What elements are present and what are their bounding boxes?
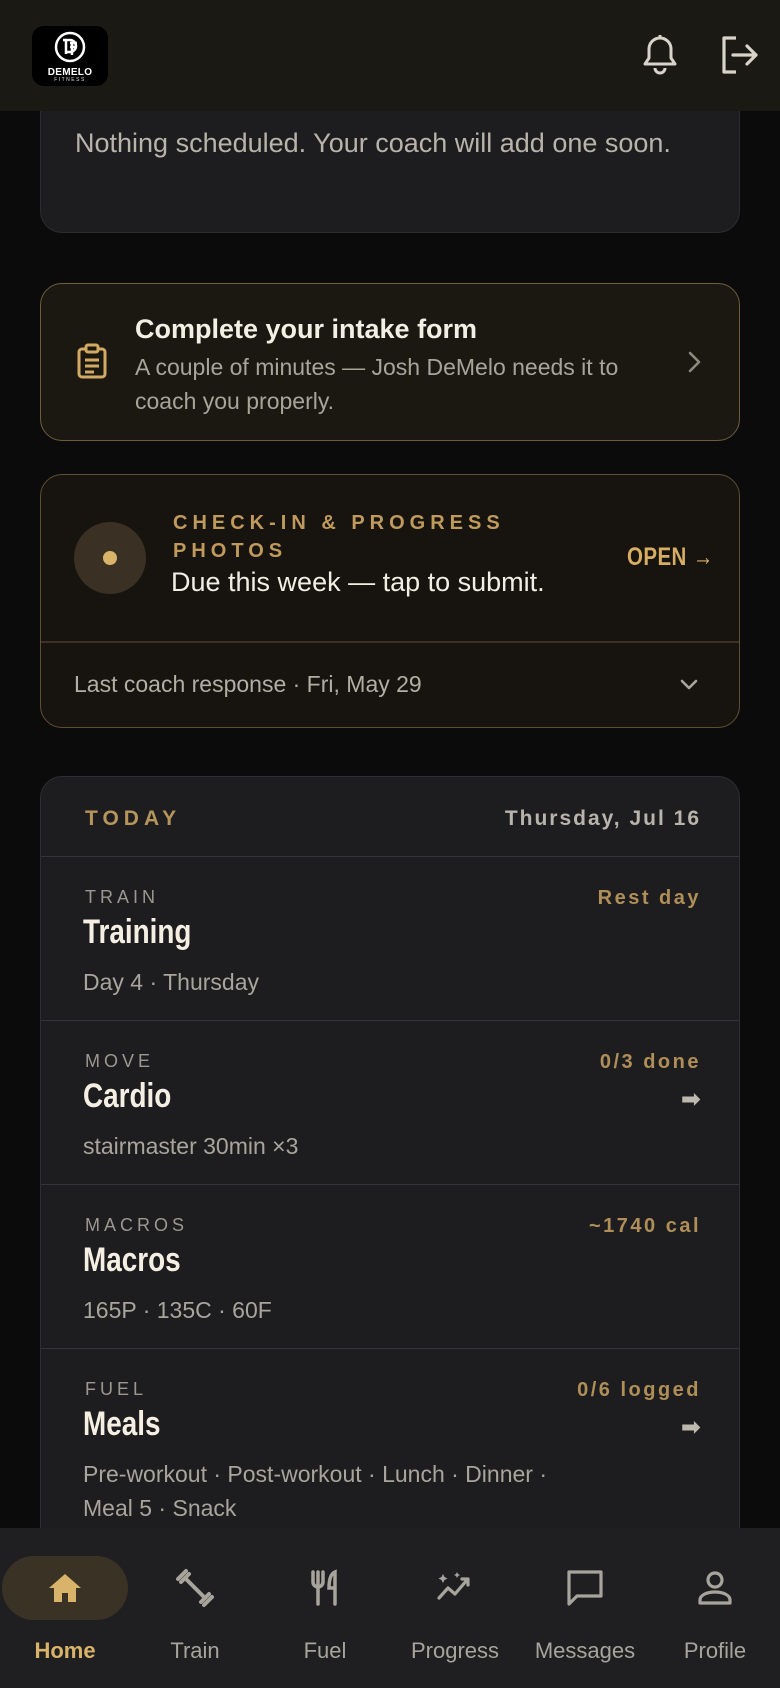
checkin-card[interactable]: CHECK-IN & PROGRESS PHOTOS Due this week… bbox=[40, 474, 740, 728]
row-subtitle: Day 4 · Thursday bbox=[83, 969, 259, 995]
nav-label: Train bbox=[170, 1638, 220, 1663]
clipboard-icon bbox=[73, 342, 111, 380]
nav-item-train[interactable]: Train bbox=[130, 1556, 260, 1676]
nav-label: Fuel bbox=[303, 1638, 347, 1663]
row-subtitle: stairmaster 30min ×3 bbox=[83, 1133, 299, 1159]
row-eyebrow: MOVE bbox=[85, 1051, 155, 1071]
today-row-cardio[interactable]: MOVE Cardio stairmaster 30min ×3 0/3 don… bbox=[41, 1021, 739, 1185]
intake-title: Complete your intake form bbox=[135, 314, 478, 344]
divider bbox=[41, 641, 739, 643]
top-bar: DEMELO FITNESS bbox=[0, 0, 780, 111]
today-header: TODAY Thursday, Jul 16 bbox=[41, 777, 739, 857]
today-label: TODAY bbox=[85, 807, 182, 830]
intake-form-card[interactable]: Complete your intake form A couple of mi… bbox=[40, 283, 740, 441]
status-dot-icon bbox=[74, 522, 146, 594]
row-status: 0/3 done bbox=[599, 1051, 701, 1073]
nav-item-home[interactable]: Home bbox=[0, 1556, 130, 1676]
row-status: ~1740 cal bbox=[588, 1215, 701, 1237]
today-row-training[interactable]: TRAIN Training Day 4 · Thursday Rest day bbox=[41, 857, 739, 1021]
checkin-open-button[interactable]: OPEN → bbox=[627, 543, 714, 572]
row-status: Rest day bbox=[597, 887, 701, 909]
row-subtitle: Pre-workout · Post-workout · Lunch · Din… bbox=[83, 1461, 547, 1521]
chevron-down-icon[interactable] bbox=[677, 675, 701, 695]
bottom-nav: Home Train Fuel Progress Messages Profil… bbox=[0, 1528, 780, 1688]
row-status: 0/6 logged bbox=[577, 1379, 701, 1401]
dumbbell-icon bbox=[176, 1569, 214, 1607]
progress-icon bbox=[437, 1572, 470, 1600]
today-row-meals[interactable]: FUEL Meals Pre-workout · Post-workout · … bbox=[41, 1349, 739, 1521]
arrow-right-icon[interactable]: ➡ bbox=[681, 1085, 701, 1114]
row-eyebrow: FUEL bbox=[85, 1379, 148, 1399]
nav-label: Home bbox=[34, 1638, 96, 1663]
logout-icon[interactable] bbox=[716, 32, 762, 78]
row-title: Cardio bbox=[83, 1077, 172, 1115]
row-title: Macros bbox=[83, 1241, 181, 1279]
nav-label: Progress bbox=[410, 1638, 500, 1663]
logo-mark-icon bbox=[54, 31, 86, 63]
utensils-icon bbox=[311, 1569, 337, 1606]
intake-description: A couple of minutes — Josh DeMelo needs … bbox=[135, 354, 619, 414]
checkin-due-text: Due this week — tap to submit. bbox=[171, 567, 545, 597]
demelo-logo[interactable]: DEMELO FITNESS bbox=[32, 26, 108, 86]
message-icon bbox=[567, 1570, 603, 1606]
today-date: Thursday, Jul 16 bbox=[504, 807, 701, 830]
checkin-eyebrow: CHECK-IN & PROGRESS PHOTOS bbox=[173, 512, 505, 562]
row-eyebrow: MACROS bbox=[85, 1215, 189, 1235]
row-title: Meals bbox=[83, 1405, 161, 1443]
home-icon bbox=[49, 1574, 81, 1602]
bell-icon[interactable] bbox=[637, 32, 683, 78]
row-eyebrow: TRAIN bbox=[85, 887, 159, 907]
profile-icon bbox=[698, 1571, 732, 1605]
schedule-empty-text: Nothing scheduled. Your coach will add o… bbox=[75, 128, 671, 158]
schedule-card: Nothing scheduled. Your coach will add o… bbox=[40, 91, 740, 233]
row-subtitle: 165P · 135C · 60F bbox=[83, 1297, 272, 1323]
today-card: TODAY Thursday, Jul 16 TRAIN Training Da… bbox=[40, 776, 740, 1536]
logo-subtext: FITNESS bbox=[54, 77, 86, 83]
last-coach-response[interactable]: Last coach response · Fri, May 29 bbox=[74, 671, 422, 698]
nav-item-messages[interactable]: Messages bbox=[520, 1556, 650, 1676]
chevron-right-icon bbox=[683, 348, 705, 376]
nav-label: Profile bbox=[683, 1638, 747, 1663]
today-row-macros[interactable]: MACROS Macros 165P · 135C · 60F ~1740 ca… bbox=[41, 1185, 739, 1349]
nav-item-progress[interactable]: Progress bbox=[390, 1556, 520, 1676]
nav-item-fuel[interactable]: Fuel bbox=[260, 1556, 390, 1676]
arrow-right-icon[interactable]: ➡ bbox=[681, 1413, 701, 1442]
row-title: Training bbox=[83, 913, 192, 951]
nav-label: Messages bbox=[534, 1638, 636, 1663]
nav-item-profile[interactable]: Profile bbox=[650, 1556, 780, 1676]
